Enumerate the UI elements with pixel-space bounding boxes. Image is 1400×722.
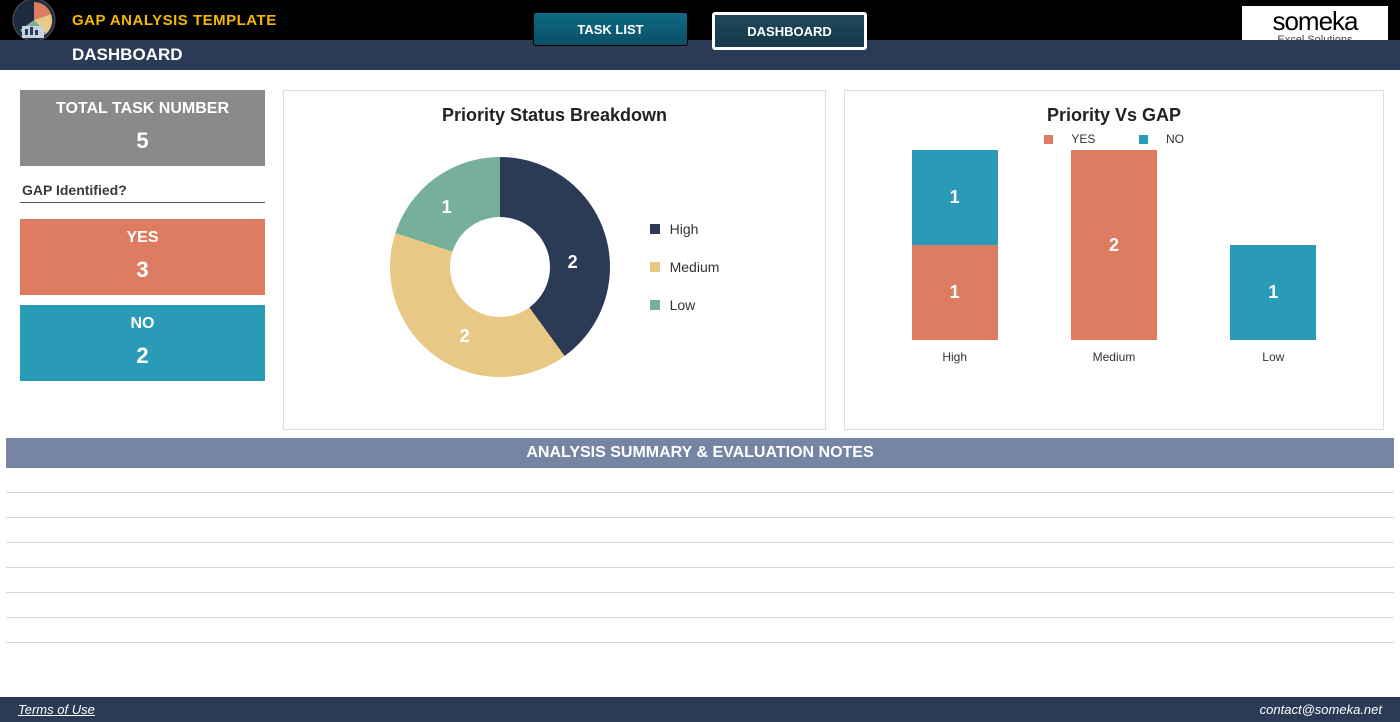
bar-cat-low: Low <box>1262 350 1284 364</box>
brand-name: someka <box>1252 8 1378 34</box>
bar-legend-no: NO <box>1129 132 1194 146</box>
donut-graphic: 2 2 1 <box>390 157 610 377</box>
bar-legend-yes: YES <box>1034 132 1109 146</box>
footer-bar: Terms of Use contact@someka.net <box>0 697 1400 722</box>
seg-high-yes: 1 <box>912 245 998 340</box>
gap-no-label: NO <box>24 315 261 333</box>
bar-legend-yes-label: YES <box>1071 132 1095 146</box>
bar-legend-no-label: NO <box>1166 132 1184 146</box>
bar-legend: YES NO <box>875 132 1353 146</box>
bar-col-medium: 2 Medium <box>1059 150 1169 364</box>
legend-medium-label: Medium <box>670 259 720 275</box>
dashboard-area: TOTAL TASK NUMBER 5 GAP Identified? YES … <box>0 70 1400 438</box>
legend-high-label: High <box>670 221 699 237</box>
swatch-low-icon <box>650 300 660 310</box>
app-logo-icon <box>12 0 56 42</box>
terms-link[interactable]: Terms of Use <box>18 702 95 717</box>
note-row[interactable] <box>6 493 1394 518</box>
note-row[interactable] <box>6 568 1394 593</box>
nav-dashboard-button[interactable]: DASHBOARD <box>712 12 867 50</box>
legend-high: High <box>650 221 720 237</box>
bar-title: Priority Vs GAP <box>845 91 1383 132</box>
donut-title: Priority Status Breakdown <box>284 91 825 132</box>
stats-column: TOTAL TASK NUMBER 5 GAP Identified? YES … <box>20 90 265 430</box>
nav-buttons: TASK LIST DASHBOARD <box>533 12 867 50</box>
legend-low: Low <box>650 297 720 313</box>
bar-col-high: 1 1 High <box>900 150 1010 364</box>
priority-vs-gap-chart: Priority Vs GAP YES NO 1 1 <box>844 90 1384 430</box>
swatch-no-icon <box>1139 135 1148 144</box>
note-row[interactable] <box>6 518 1394 543</box>
total-task-label: TOTAL TASK NUMBER <box>24 100 261 118</box>
notes-heading: ANALYSIS SUMMARY & EVALUATION NOTES <box>6 438 1394 468</box>
seg-high-no: 1 <box>912 150 998 245</box>
donut-legend: High Medium Low <box>650 221 720 313</box>
seg-low-no: 1 <box>1230 245 1316 340</box>
gap-no-box: NO 2 <box>20 305 265 381</box>
bar-cat-high: High <box>942 350 967 364</box>
page-title: DASHBOARD <box>72 45 183 65</box>
swatch-high-icon <box>650 224 660 234</box>
seg-medium-yes: 2 <box>1071 150 1157 340</box>
bar-stacks: 1 1 High 2 Medium 1 Low <box>875 154 1353 364</box>
total-task-value: 5 <box>24 128 261 154</box>
note-row[interactable] <box>6 543 1394 568</box>
gap-identified-label: GAP Identified? <box>20 176 265 203</box>
template-title: GAP ANALYSIS TEMPLATE <box>72 12 277 29</box>
donut-value-low: 1 <box>442 197 452 218</box>
donut-value-medium: 2 <box>460 326 470 347</box>
sub-header-bar: DASHBOARD TASK LIST DASHBOARD <box>0 40 1400 70</box>
swatch-medium-icon <box>650 262 660 272</box>
swatch-yes-icon <box>1044 135 1053 144</box>
gap-no-value: 2 <box>24 343 261 369</box>
bar-cat-medium: Medium <box>1093 350 1136 364</box>
legend-low-label: Low <box>670 297 696 313</box>
note-row[interactable] <box>6 468 1394 493</box>
notes-rows <box>6 468 1394 643</box>
note-row[interactable] <box>6 618 1394 643</box>
gap-yes-label: YES <box>24 229 261 247</box>
total-task-box: TOTAL TASK NUMBER 5 <box>20 90 265 166</box>
gap-yes-box: YES 3 <box>20 219 265 295</box>
bar-col-low: 1 Low <box>1218 245 1328 364</box>
contact-email: contact@someka.net <box>1260 702 1382 717</box>
nav-task-list-button[interactable]: TASK LIST <box>533 12 688 46</box>
gap-yes-value: 3 <box>24 257 261 283</box>
priority-breakdown-chart: Priority Status Breakdown 2 2 1 High Med… <box>283 90 826 430</box>
legend-medium: Medium <box>650 259 720 275</box>
note-row[interactable] <box>6 593 1394 618</box>
donut-value-high: 2 <box>568 252 578 273</box>
